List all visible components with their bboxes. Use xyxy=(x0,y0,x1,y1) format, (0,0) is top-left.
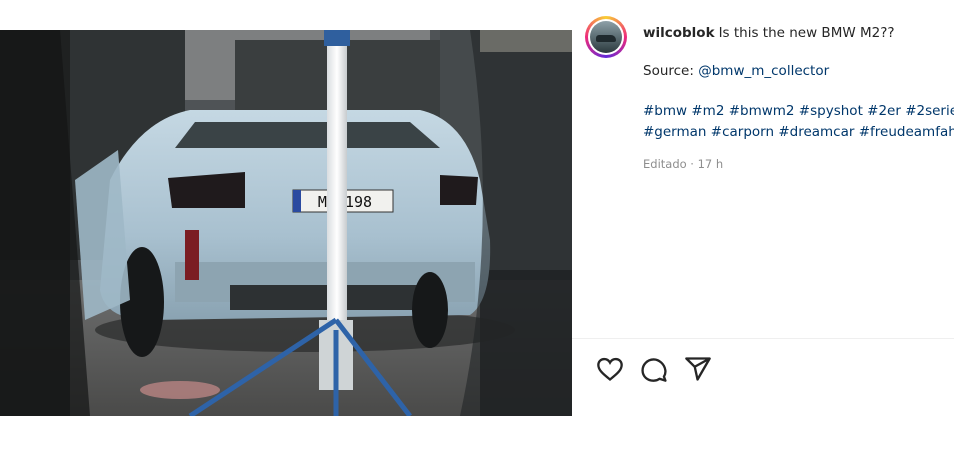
share-button[interactable] xyxy=(684,355,712,383)
post-photo[interactable]: M 7198 xyxy=(0,30,572,416)
hashtags-line-2[interactable]: #german #carporn #dreamcar #freudeamfahr xyxy=(643,124,954,140)
source-handle-link[interactable]: @bmw_m_collector xyxy=(698,63,829,79)
comment-button[interactable] xyxy=(640,355,668,383)
username-link[interactable]: wilcoblok xyxy=(643,25,715,41)
post-photo-panel: M 7198 xyxy=(0,0,572,455)
post-caption: wilcoblok Is this the new BMW M2?? xyxy=(643,22,954,44)
edited-timestamp: Editado · 17 h xyxy=(643,157,724,171)
hashtags-line-1[interactable]: #bmw #m2 #bmwm2 #spyshot #2er #2series xyxy=(643,103,954,119)
divider xyxy=(572,338,954,339)
car-spyshot-image: M 7198 xyxy=(0,30,572,416)
avatar-inner xyxy=(588,19,624,55)
comment-icon xyxy=(641,358,667,382)
like-button[interactable] xyxy=(596,355,624,383)
post-sidebar: wilcoblok Is this the new BMW M2?? Source… xyxy=(572,0,954,455)
avatar-car-shape xyxy=(596,35,616,42)
source-line: Source: @bmw_m_collector xyxy=(643,63,829,79)
avatar[interactable] xyxy=(585,16,627,58)
caption-text: Is this the new BMW M2?? xyxy=(718,25,895,41)
source-label: Source: xyxy=(643,63,694,79)
heart-icon xyxy=(597,357,623,381)
avatar-image xyxy=(590,21,622,53)
send-icon xyxy=(685,357,711,381)
